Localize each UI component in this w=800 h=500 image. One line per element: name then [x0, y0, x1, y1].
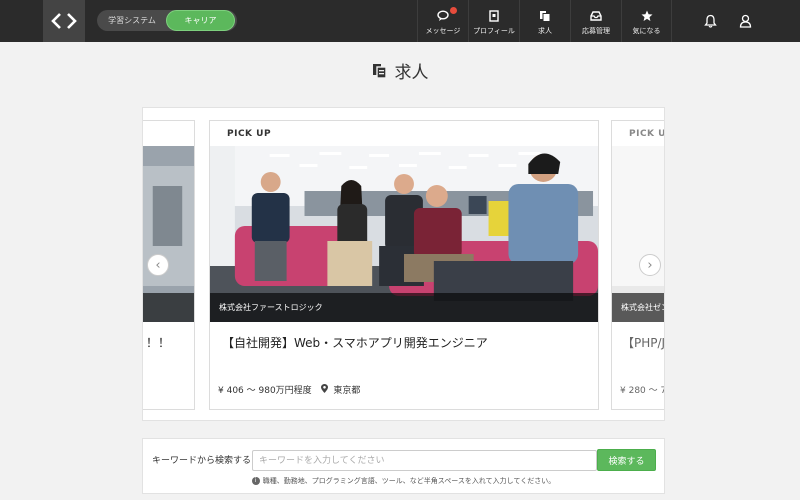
page-title: 求人: [0, 58, 800, 83]
chevron-right-icon: ›: [647, 257, 653, 273]
top-header: 学習システム キャリア メッセージ プロフィール 求人 応募管理 気になる: [0, 0, 800, 42]
nav-profile[interactable]: プロフィール: [468, 0, 519, 42]
jobs-icon: [372, 63, 387, 79]
bell-icon[interactable]: [704, 14, 717, 28]
nav-messages-label: メッセージ: [425, 27, 461, 35]
info-icon: i: [251, 477, 260, 485]
nav-profile-label: プロフィール: [473, 27, 515, 35]
nav-messages[interactable]: メッセージ: [417, 0, 468, 42]
search-label: キーワードから検索する: [152, 456, 252, 466]
job-carousel: ！！ PICK UP 株式会社ファーストロジック 【自社開発】Web・スマホアプ…: [142, 107, 665, 421]
carousel-next-button[interactable]: ›: [639, 254, 661, 276]
carousel-prev-button[interactable]: ‹: [147, 254, 169, 276]
search-input[interactable]: [252, 450, 597, 471]
pickup-label: PICK UP: [227, 129, 272, 139]
chevron-left-icon: ‹: [155, 257, 161, 273]
nav-jobs[interactable]: 求人: [519, 0, 570, 42]
nav-applications-label: 応募管理: [582, 27, 610, 35]
search-hint: i 職種、勤務地、プログラミング言語、ツール、など半角スペースを入れて入力してくだ…: [143, 476, 664, 486]
search-hint-text: 職種、勤務地、プログラミング言語、ツール、など半角スペースを入れて入力してくださ…: [262, 477, 556, 485]
salary-text: ¥ 406 〜 980万円程度: [218, 386, 312, 396]
page-title-text: 求人: [394, 63, 429, 83]
search-button[interactable]: 検索する: [597, 449, 656, 471]
company-name: 株式会社ゼン: [612, 293, 664, 322]
job-title: 【PHP/Ja ョンの開: [622, 336, 665, 350]
main-nav: メッセージ プロフィール 求人 応募管理 気になる: [417, 0, 672, 42]
nav-applications[interactable]: 応募管理: [570, 0, 621, 42]
location-text: 東京都: [333, 386, 361, 396]
company-name: [143, 293, 194, 322]
job-salary-location: ¥ 406 〜 980万円程度 東京都: [218, 383, 360, 396]
star-icon: [641, 10, 652, 21]
toggle-career[interactable]: キャリア: [166, 10, 235, 31]
nav-favorites-label: 気になる: [632, 27, 661, 35]
notification-badge: [450, 7, 457, 14]
pickup-label: PICK UP: [629, 129, 664, 139]
chat-icon: [437, 10, 449, 21]
nav-jobs-label: 求人: [538, 27, 552, 35]
keyword-search: キーワードから検索する 検索する i職種、勤務地、プログラミング言語、ツール、な…: [142, 438, 665, 494]
mode-toggle[interactable]: 学習システム キャリア: [97, 10, 237, 31]
code-brackets-icon: [51, 13, 77, 29]
job-title: ！！: [146, 336, 171, 350]
location-pin-icon: [320, 384, 328, 396]
jobs-icon: [540, 11, 551, 22]
toggle-learning-system[interactable]: 学習システム: [97, 10, 167, 31]
profile-icon: [489, 10, 499, 22]
job-salary: ¥ 280 〜 7: [620, 386, 665, 396]
job-card-main[interactable]: PICK UP 株式会社ファーストロジック 【自社開発】Web・スマホアプリ開発…: [209, 120, 599, 410]
job-title[interactable]: 【自社開発】Web・スマホアプリ開発エンジニア: [222, 333, 488, 353]
inbox-icon: [590, 11, 602, 21]
logo-button[interactable]: [43, 0, 85, 42]
company-name: 株式会社ファーストロジック: [210, 293, 598, 322]
nav-favorites[interactable]: 気になる: [621, 0, 672, 42]
user-icon[interactable]: [739, 14, 752, 28]
